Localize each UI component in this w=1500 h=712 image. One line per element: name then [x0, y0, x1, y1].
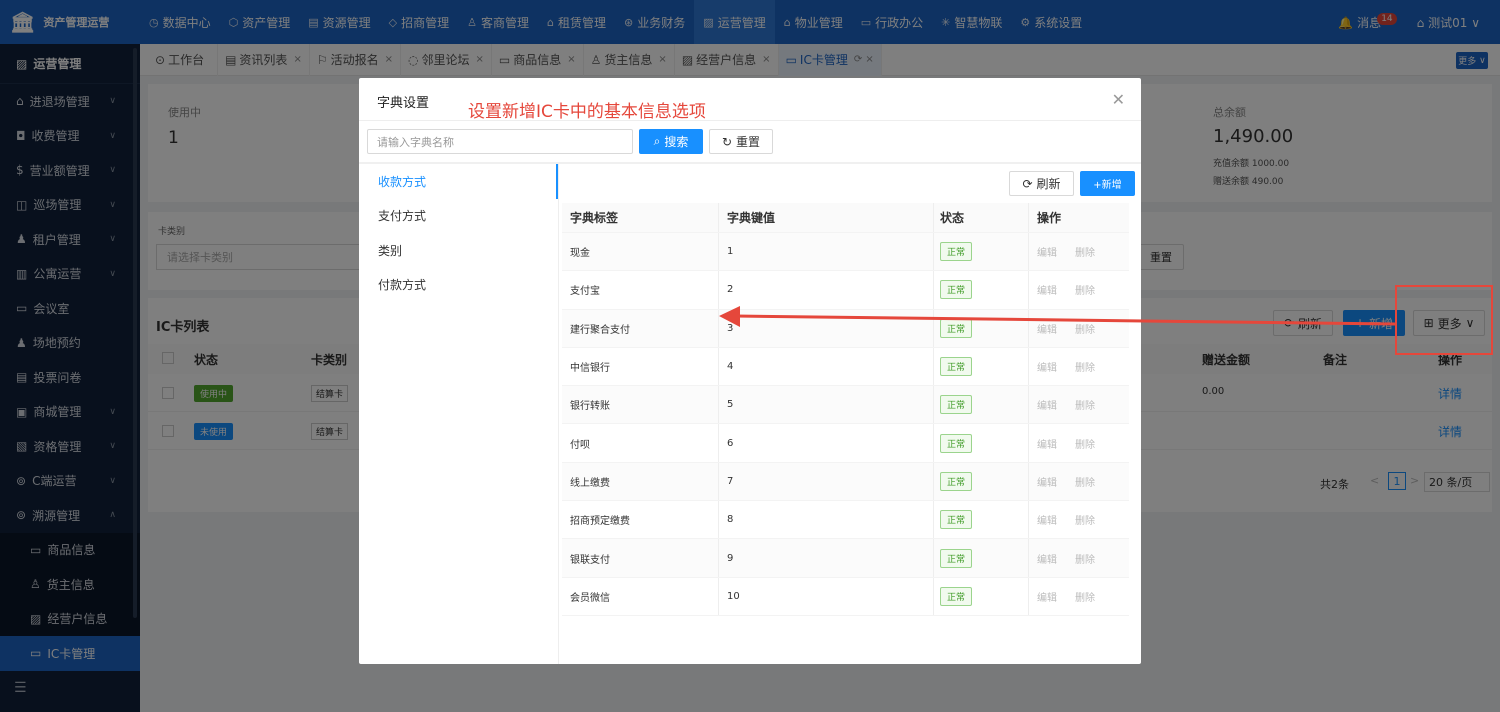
annotation-highlight-box: [1395, 285, 1493, 355]
annotation-arrow: [719, 306, 1396, 327]
arrow-head: [719, 306, 740, 327]
arrow-line: [734, 314, 1396, 326]
